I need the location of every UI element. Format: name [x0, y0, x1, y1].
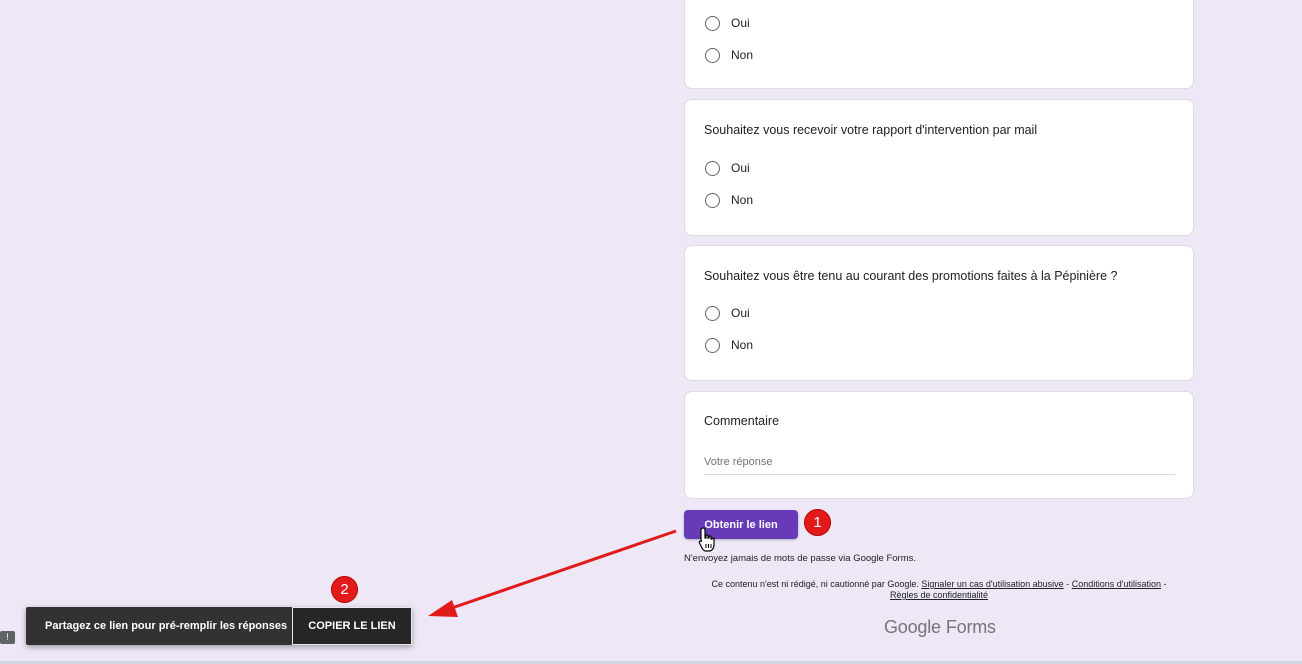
- comment-card: Commentaire: [684, 391, 1194, 499]
- question-title: Souhaitez vous recevoir votre rapport d'…: [704, 123, 1038, 137]
- password-warning: N'envoyez jamais de mots de passe via Go…: [684, 553, 917, 564]
- radio-option-oui[interactable]: Oui: [705, 304, 750, 322]
- radio-button[interactable]: [705, 15, 720, 31]
- radio-button[interactable]: [705, 47, 720, 63]
- separator: -: [1066, 579, 1070, 589]
- question-title: Souhaitez vous être tenu au courant des …: [704, 269, 1118, 283]
- radio-button[interactable]: [705, 192, 720, 208]
- question-title: Commentaire: [704, 414, 780, 428]
- option-label: Non: [731, 193, 754, 207]
- option-label: Oui: [731, 161, 750, 175]
- footer-disclaimer: Ce contenu n'est ni rédigé, ni cautionné…: [684, 579, 1194, 601]
- radio-button[interactable]: [705, 337, 720, 353]
- option-label: Oui: [731, 306, 750, 320]
- question-card-promotions: Souhaitez vous être tenu au courant des …: [684, 245, 1194, 381]
- option-label: Non: [731, 48, 754, 62]
- disclaimer-text: Ce contenu n'est ni rédigé, ni cautionné…: [711, 579, 919, 589]
- comment-input[interactable]: [704, 450, 1175, 475]
- toast-message: Partagez ce lien pour pré-remplir les ré…: [45, 620, 288, 632]
- radio-option-non[interactable]: Non: [705, 336, 753, 354]
- question-card-1: Oui Non: [684, 0, 1194, 89]
- radio-option-non[interactable]: Non: [705, 46, 753, 64]
- terms-link[interactable]: Conditions d'utilisation: [1072, 579, 1161, 589]
- option-label: Oui: [731, 16, 750, 30]
- option-label: Non: [731, 338, 754, 352]
- question-card-report-by-mail: Souhaitez vous recevoir votre rapport d'…: [684, 99, 1194, 236]
- hand-cursor-icon: [698, 527, 715, 552]
- privacy-link[interactable]: Règles de confidentialité: [890, 590, 988, 600]
- radio-option-oui[interactable]: Oui: [705, 159, 750, 177]
- radio-button[interactable]: [705, 305, 720, 321]
- google-forms-logo[interactable]: Google Forms: [884, 617, 996, 638]
- annotation-step-1-badge: 1: [804, 509, 831, 536]
- annotation-step-2-badge: 2: [331, 576, 358, 603]
- copy-link-button[interactable]: COPIER LE LIEN: [292, 607, 412, 645]
- snackbar-toast: Partagez ce lien pour pré-remplir les ré…: [26, 607, 412, 645]
- radio-option-oui[interactable]: Oui: [705, 14, 750, 32]
- report-abuse-link[interactable]: Signaler un cas d'utilisation abusive: [921, 579, 1063, 589]
- logo-google: Google: [884, 617, 941, 637]
- logo-forms: Forms: [945, 617, 996, 637]
- feedback-icon[interactable]: !: [0, 631, 15, 644]
- separator: -: [1163, 579, 1167, 589]
- radio-button[interactable]: [705, 160, 720, 176]
- radio-option-non[interactable]: Non: [705, 191, 753, 209]
